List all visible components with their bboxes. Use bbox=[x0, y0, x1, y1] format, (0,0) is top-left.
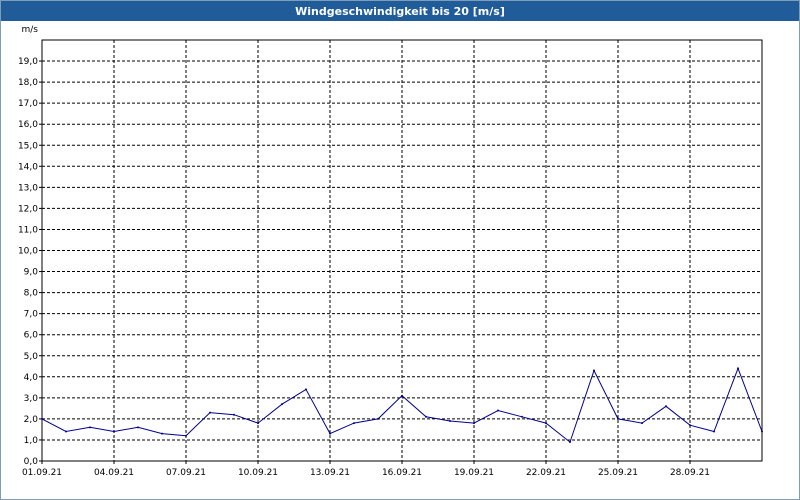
data-point bbox=[113, 430, 115, 433]
data-point bbox=[737, 367, 739, 370]
data-point bbox=[377, 417, 379, 420]
data-point bbox=[161, 432, 163, 435]
chart-title: Windgeschwindigkeit bis 20 [m/s] bbox=[1, 1, 799, 21]
chart-window: Windgeschwindigkeit bis 20 [m/s] 0,0 1,0 2… bbox=[0, 0, 800, 500]
x-tick-label: 01.09.21 bbox=[22, 468, 62, 478]
y-tick-label: 7,0 bbox=[24, 310, 39, 320]
data-point bbox=[449, 420, 451, 423]
y-tick-label: 14,0 bbox=[18, 162, 38, 172]
x-tick-label: 07.09.21 bbox=[166, 468, 206, 478]
x-tick-label: 28.09.21 bbox=[670, 468, 710, 478]
data-point bbox=[329, 432, 331, 435]
x-tick-label: 22.09.21 bbox=[526, 468, 566, 478]
data-point bbox=[281, 403, 283, 406]
y-tick-label: 11,0 bbox=[18, 225, 38, 235]
data-point bbox=[617, 417, 619, 420]
y-tick-label: 12,0 bbox=[18, 204, 38, 214]
y-tick-label: 17,0 bbox=[18, 99, 38, 109]
y-tick-label: 5,0 bbox=[24, 352, 39, 362]
x-tick-label: 16.09.21 bbox=[382, 468, 422, 478]
y-tick-label: 18,0 bbox=[18, 78, 38, 88]
wind-speed-chart: 0,0 1,0 2,0 3,0 4,0 5,0 6,0 7,0 8,0 9,0 10,0 11,0 12… bbox=[18, 25, 763, 478]
y-tick-label: 6,0 bbox=[24, 331, 39, 341]
data-point bbox=[41, 417, 43, 420]
x-tick-label: 13.09.21 bbox=[310, 468, 350, 478]
data-point bbox=[521, 415, 523, 418]
data-point bbox=[305, 388, 307, 391]
y-unit-label: m/s bbox=[22, 25, 39, 35]
data-point bbox=[569, 441, 571, 444]
x-tick-label: 10.09.21 bbox=[238, 468, 278, 478]
data-point bbox=[689, 424, 691, 427]
data-point bbox=[257, 422, 259, 425]
y-tick-label: 1,0 bbox=[24, 436, 39, 446]
y-tick-label: 4,0 bbox=[24, 373, 39, 383]
data-point bbox=[425, 415, 427, 418]
y-tick-label: 8,0 bbox=[24, 289, 39, 299]
data-point bbox=[641, 422, 643, 425]
y-tick-label: 13,0 bbox=[18, 183, 38, 193]
x-tick-label: 04.09.21 bbox=[94, 468, 134, 478]
y-tick-label: 0,0 bbox=[24, 457, 39, 467]
data-point bbox=[185, 434, 187, 437]
data-point bbox=[65, 430, 67, 433]
data-point bbox=[761, 430, 763, 433]
y-tick-label: 10,0 bbox=[18, 247, 38, 257]
x-tick-label: 19.09.21 bbox=[454, 468, 494, 478]
data-point bbox=[209, 411, 211, 414]
data-point bbox=[401, 394, 403, 397]
y-tick-label: 15,0 bbox=[18, 141, 38, 151]
data-point bbox=[545, 422, 547, 425]
data-point bbox=[353, 422, 355, 425]
data-point bbox=[89, 426, 91, 429]
data-point bbox=[473, 422, 475, 425]
y-tick-label: 9,0 bbox=[24, 268, 39, 278]
y-tick-label: 3,0 bbox=[24, 394, 39, 404]
data-point bbox=[593, 369, 595, 372]
data-point bbox=[137, 426, 139, 429]
data-point bbox=[665, 405, 667, 408]
y-tick-label: 2,0 bbox=[24, 415, 39, 425]
data-point bbox=[497, 409, 499, 412]
data-point bbox=[713, 430, 715, 433]
y-tick-label: 16,0 bbox=[18, 120, 38, 130]
x-tick-label: 25.09.21 bbox=[598, 468, 638, 478]
y-tick-label: 19,0 bbox=[18, 57, 38, 67]
data-point bbox=[233, 413, 235, 416]
